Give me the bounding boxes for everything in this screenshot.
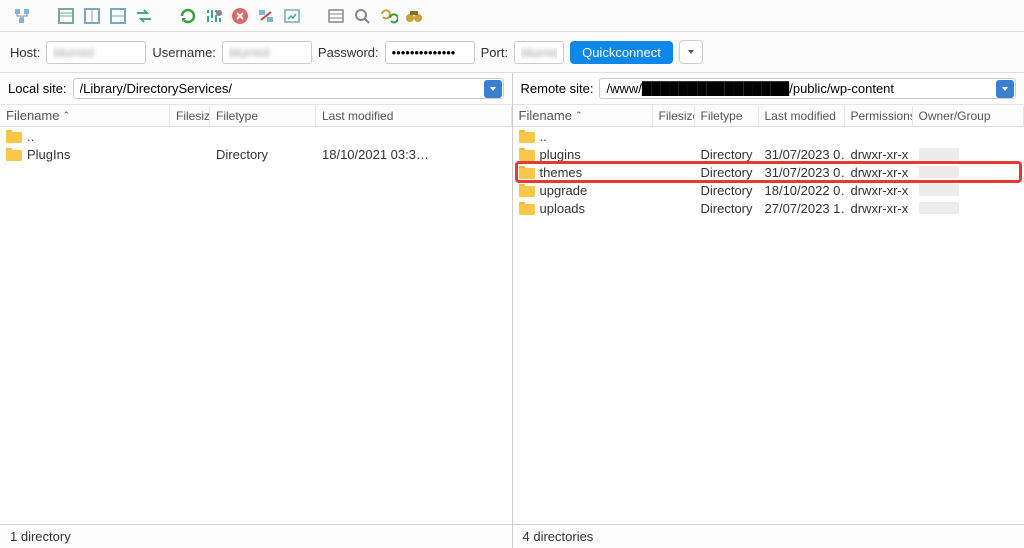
connection-bar: Host: Username: Password: Port: Quickcon… <box>0 32 1024 73</box>
file-owner <box>913 148 1024 160</box>
refresh-icon[interactable] <box>176 4 200 28</box>
local-column-headers: Filename ⌃ Filesize Filetype Last modifi… <box>0 105 512 127</box>
local-panel: Local site: Filename ⌃ Filesize Filetype… <box>0 73 513 524</box>
remote-footer-status: 4 directories <box>513 525 1024 548</box>
local-footer-status: 1 directory <box>0 525 513 548</box>
file-modified: 31/07/2023 0… <box>759 165 845 180</box>
local-header-modified[interactable]: Last modified <box>316 106 512 126</box>
reconnect-icon[interactable] <box>280 4 304 28</box>
folder-icon <box>6 148 22 161</box>
disconnect-icon[interactable] <box>254 4 278 28</box>
remote-panel: Remote site: Filename ⌃ Filesize Filetyp… <box>513 73 1024 524</box>
file-modified: 18/10/2021 03:3… <box>316 147 512 162</box>
panel-layout-icon[interactable] <box>54 4 78 28</box>
username-label: Username: <box>152 45 216 60</box>
file-modified: 18/10/2022 0… <box>759 183 845 198</box>
file-permissions: drwxr-xr-x <box>845 201 913 216</box>
file-owner <box>913 166 1024 178</box>
remote-header-owner[interactable]: Owner/Group <box>913 106 1024 126</box>
file-type: Directory <box>695 165 759 180</box>
file-name: themes <box>540 165 583 180</box>
file-type: Directory <box>695 147 759 162</box>
binoculars-icon[interactable] <box>402 4 426 28</box>
file-modified: 27/07/2023 1… <box>759 201 845 216</box>
search-icon[interactable] <box>350 4 374 28</box>
sort-arrow-icon: ⌃ <box>62 110 70 121</box>
file-type: Directory <box>695 201 759 216</box>
panel-layout-icon[interactable] <box>106 4 130 28</box>
remote-header-modified[interactable]: Last modified <box>759 106 845 126</box>
file-permissions: drwxr-xr-x <box>845 147 913 162</box>
local-path-input[interactable] <box>73 78 504 99</box>
host-label: Host: <box>10 45 40 60</box>
password-label: Password: <box>318 45 379 60</box>
folder-icon <box>519 184 535 197</box>
file-owner <box>913 184 1024 196</box>
remote-header-permissions[interactable]: Permissions <box>845 106 913 126</box>
table-row[interactable]: upgrade Directory18/10/2022 0…drwxr-xr-x <box>513 181 1024 199</box>
local-header-filetype[interactable]: Filetype <box>210 106 316 126</box>
local-file-list[interactable]: .. PlugIns Directory18/10/2021 03:3… <box>0 127 512 524</box>
sync-browse-icon[interactable] <box>132 4 156 28</box>
file-type: Directory <box>210 147 316 162</box>
local-path-dropdown[interactable] <box>484 80 502 98</box>
file-permissions: drwxr-xr-x <box>845 183 913 198</box>
remote-path-dropdown[interactable] <box>996 80 1014 98</box>
table-row[interactable]: .. <box>0 127 512 145</box>
filter-icon[interactable] <box>202 4 226 28</box>
file-name: .. <box>27 129 34 144</box>
table-row[interactable]: themes Directory31/07/2023 0…drwxr-xr-x <box>513 163 1024 181</box>
compare-icon[interactable] <box>376 4 400 28</box>
file-permissions: drwxr-xr-x <box>845 165 913 180</box>
status-footer: 1 directory 4 directories <box>0 524 1024 548</box>
sort-arrow-icon: ⌃ <box>575 110 583 121</box>
panel-layout-icon[interactable] <box>80 4 104 28</box>
table-row[interactable]: uploads Directory27/07/2023 1…drwxr-xr-x <box>513 199 1024 217</box>
folder-icon <box>519 202 535 215</box>
file-name: plugins <box>540 147 581 162</box>
table-row[interactable]: .. <box>513 127 1024 145</box>
folder-icon <box>519 148 535 161</box>
local-header-filesize[interactable]: Filesize <box>170 106 210 126</box>
remote-header-filetype[interactable]: Filetype <box>695 106 759 126</box>
quickconnect-button[interactable]: Quickconnect <box>570 41 673 64</box>
local-site-label: Local site: <box>8 81 67 96</box>
table-row[interactable]: PlugIns Directory18/10/2021 03:3… <box>0 145 512 163</box>
main-toolbar <box>0 0 1024 32</box>
cancel-icon[interactable] <box>228 4 252 28</box>
folder-icon <box>519 130 535 143</box>
port-input[interactable] <box>514 41 564 64</box>
folder-icon <box>519 166 535 179</box>
remote-path-input[interactable] <box>599 78 1016 99</box>
port-label: Port: <box>481 45 508 60</box>
file-modified: 31/07/2023 0… <box>759 147 845 162</box>
remote-site-label: Remote site: <box>521 81 594 96</box>
username-input[interactable] <box>222 41 312 64</box>
host-input[interactable] <box>46 41 146 64</box>
quickconnect-history-button[interactable] <box>679 40 703 64</box>
sitemanager-icon[interactable] <box>10 4 34 28</box>
file-name: .. <box>540 129 547 144</box>
file-name: upgrade <box>540 183 588 198</box>
folder-icon <box>6 130 22 143</box>
remote-header-filename[interactable]: Filename ⌃ <box>513 105 653 126</box>
remote-header-filesize[interactable]: Filesize <box>653 106 695 126</box>
remote-column-headers: Filename ⌃ Filesize Filetype Last modifi… <box>513 105 1024 127</box>
local-header-filename[interactable]: Filename ⌃ <box>0 105 170 126</box>
file-name: PlugIns <box>27 147 70 162</box>
password-input[interactable] <box>385 41 475 64</box>
file-owner <box>913 202 1024 214</box>
file-name: uploads <box>540 201 586 216</box>
table-row[interactable]: plugins Directory31/07/2023 0…drwxr-xr-x <box>513 145 1024 163</box>
queue-icon[interactable] <box>324 4 348 28</box>
remote-file-list[interactable]: ..pluginsDirectory31/07/2023 0…drwxr-xr-… <box>513 127 1024 524</box>
file-type: Directory <box>695 183 759 198</box>
